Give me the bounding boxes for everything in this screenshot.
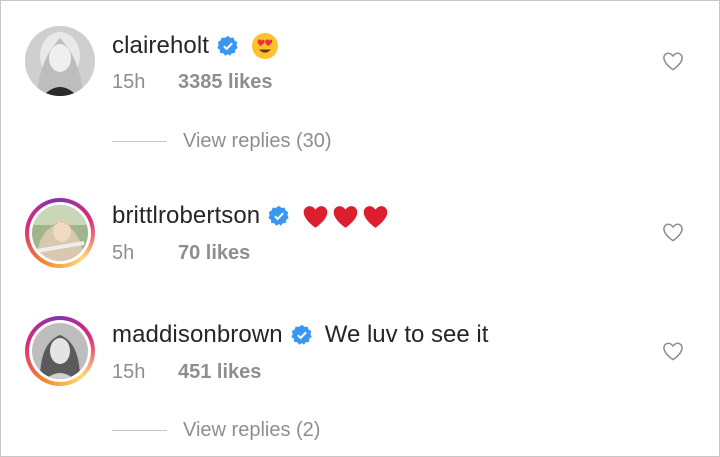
like-heart-icon[interactable] [661,49,685,73]
like-heart-icon[interactable] [661,339,685,363]
heart-eyes-emoji-icon [251,32,279,60]
avatar[interactable] [25,198,95,268]
verified-badge-icon [291,324,313,346]
username[interactable]: claireholt [112,32,209,60]
username[interactable]: brittlrobertson [112,202,260,230]
comments-panel: claireholt 15h 3385 likes View replies (… [0,0,720,457]
likes-count[interactable]: 3385 likes [178,71,273,94]
likes-count[interactable]: 70 likes [178,242,250,265]
comment-text: We luv to see it [324,321,489,348]
avatar[interactable] [25,26,95,96]
view-replies-label: View replies (30) [183,129,332,152]
divider [112,429,167,431]
view-replies-link[interactable]: View replies (2) [112,416,320,444]
comment-time: 5h [112,241,135,264]
verified-badge-icon [268,205,290,227]
like-heart-icon[interactable] [661,220,685,244]
verified-badge-icon [217,35,239,57]
comment-time: 15h [112,70,146,93]
divider [112,140,167,142]
avatar[interactable] [25,316,95,386]
comment-time: 15h [112,360,146,383]
red-hearts-emoji-icon [302,204,389,229]
view-replies-link[interactable]: View replies (30) [112,127,332,155]
username[interactable]: maddisonbrown [112,321,283,349]
likes-count[interactable]: 451 likes [178,361,261,384]
view-replies-label: View replies (2) [183,418,321,441]
